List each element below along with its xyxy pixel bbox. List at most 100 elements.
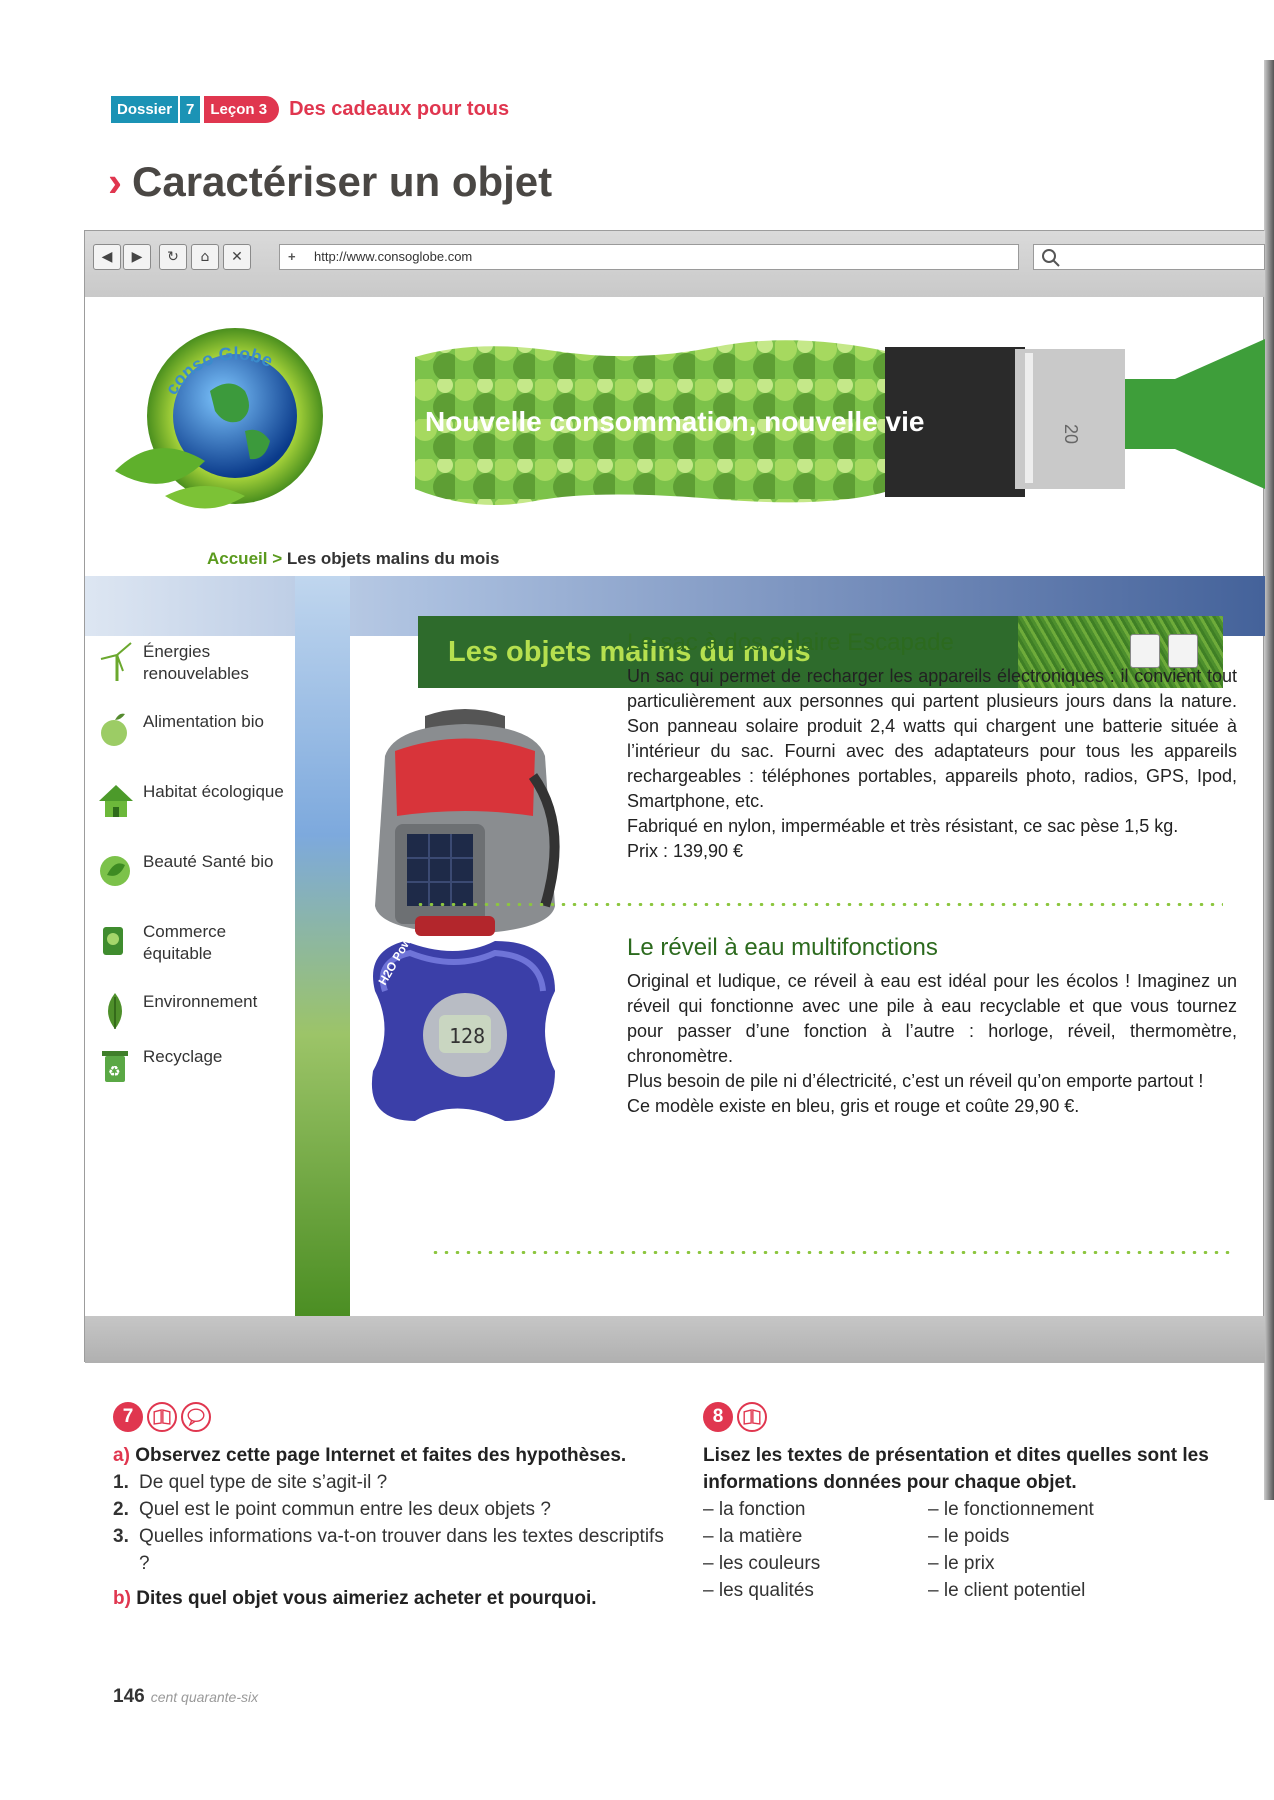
exercise-header: 7 [113,1402,673,1432]
product-paragraph: Original et ludique, ce réveil à eau est… [627,971,1237,1066]
back-arrow-icon[interactable]: ◀ [93,244,121,270]
browser-footer-bar [85,1316,1265,1363]
info-item: – la fonction [703,1499,806,1520]
sidebar-item-habitat[interactable]: Habitat écologique [97,781,293,821]
dotted-divider [430,1251,1235,1254]
question-list: 1. De quel type de site s’agit-il ? 2. Que… [113,1469,673,1577]
question-number: 2. [113,1499,129,1520]
info-item: – le client potentiel [928,1580,1086,1601]
speech-bubble-icon [181,1402,211,1432]
page-number: 146 cent quarante-six [113,1686,258,1708]
leaf-circle-icon [100,856,130,886]
exercise-8: 8 Lisez les textes de présentation et di… [703,1402,1258,1604]
sidebar-item-alimentation[interactable]: Alimentation bio [97,711,293,751]
page-number-digits: 146 [113,1686,145,1707]
info-item: – le prix [928,1553,995,1574]
page-edge-shadow [1264,60,1274,1500]
dossier-tag: Dossier [111,95,179,123]
product-paragraph: Ce modèle existe en bleu, gris et rouge … [627,1096,1080,1116]
product-price: Prix : 139,90 € [627,841,744,861]
question-item: 1. De quel type de site s’agit-il ? [113,1469,673,1496]
sidebar-item-beaute[interactable]: Beauté Santé bio [97,851,293,891]
apple-icon [101,713,127,746]
url-bar[interactable]: + http://www.consoglobe.com [279,244,1019,270]
exercise-header: 8 [703,1402,1258,1432]
sidebar-item-environnement[interactable]: Environnement [97,991,293,1031]
info-item: – la matière [703,1526,803,1547]
recycle-bin-icon: ♻ [102,1051,128,1082]
chevron-right-icon: › [108,158,122,205]
breadcrumb-current: Les objets malins du mois [286,549,500,568]
page-title: › Caractériser un objet [108,158,552,206]
product-paragraph: Un sac qui permet de recharger les appar… [627,666,1237,811]
exercise-number: 8 [703,1402,733,1432]
book-icon [737,1402,767,1432]
part-label: b) [113,1588,131,1609]
url-text: http://www.consoglobe.com [314,249,473,264]
sidebar-item-label: Habitat écologique [143,782,284,801]
product-description: Original et ludique, ce réveil à eau est… [627,969,1237,1119]
info-column-1: – la fonction – la matière – les couleur… [703,1496,928,1604]
forward-arrow-icon[interactable]: ▶ [123,244,151,270]
sidebar-item-recyclage[interactable]: ♻ Recyclage [97,1046,293,1086]
instruction-b: b) Dites quel objet vous aimeriez achete… [113,1585,673,1612]
dossier-number: 7 [178,95,201,123]
sidebar-item-label: Alimentation bio [143,712,264,731]
sidebar-item-label: Recyclage [143,1047,223,1066]
sidebar-item-commerce[interactable]: Commerce équitable [97,921,293,965]
sidebar-item-label: Environnement [143,992,258,1011]
book-icon [147,1402,177,1432]
product-paragraph: Plus besoin de pile ni d’électricité, c’… [627,1071,1204,1091]
info-item: – les couleurs [703,1553,821,1574]
close-icon[interactable]: ✕ [223,244,251,270]
search-icon[interactable] [1040,247,1062,269]
instruction-text: Lisez les textes de présentation et dite… [703,1445,1209,1493]
product-title[interactable]: Le sac à dos solaire Escapade [627,629,954,657]
exercise-7: 7 a) Observez cette page Internet et fai… [113,1402,673,1612]
clock-display: 128 [449,1024,485,1048]
sidebar-item-label: Beauté Santé bio [143,852,274,871]
question-text: Quel est le point commun entre les deux … [139,1499,551,1520]
question-number: 3. [113,1526,129,1547]
info-item: – le poids [928,1526,1010,1547]
grass-sky-stripe [295,576,350,1316]
search-input[interactable] [1033,244,1265,270]
power-socket-icon [1168,634,1198,668]
solar-backpack-image [375,709,560,936]
lesson-header: Dossier 7 Leçon 3 Des cadeaux pour tous [111,95,509,123]
leaf-icon [108,993,122,1029]
sidebar-item-energies[interactable]: Énergies renouvelables [97,641,293,685]
page-number-words: cent quarante-six [150,1689,259,1705]
sidebar-item-label: Commerce équitable [143,922,227,963]
question-item: 2. Quel est le point commun entre les deu… [113,1496,673,1523]
breadcrumb-home[interactable]: Accueil [207,549,267,568]
water-clock-image: 128 H2O Power [371,931,555,1121]
instruction-a: a) Observez cette page Internet et faite… [113,1442,673,1469]
banner-slogan: Nouvelle consommation, nouvelle vie [425,406,924,437]
info-list: – la fonction – la matière – les couleur… [703,1496,1258,1604]
house-icon [99,785,133,817]
sidebar-item-label: Énergies renouvelables [143,642,249,683]
conso-globe-logo[interactable]: conso Globe [105,321,345,521]
wind-turbine-icon [100,642,132,681]
lesson-subtitle: Des cadeaux pour tous [289,97,510,120]
question-text: De quel type de site s’agit-il ? [139,1472,388,1493]
product-paragraph: Fabriqué en nylon, imperméable et très r… [627,816,1179,836]
instruction-text: Observez cette page Internet et faites d… [135,1445,627,1466]
dotted-divider [415,903,1223,906]
power-socket-icon [1130,634,1160,668]
sidebar: Énergies renouvelables Alimentation bio … [85,636,295,1316]
reload-icon[interactable]: ↻ [159,244,187,270]
product-title[interactable]: Le réveil à eau multifonctions [627,934,938,962]
fair-trade-icon [103,927,123,955]
breadcrumb-separator: > [272,549,283,568]
site-banner: 20 Nouvelle consommation, nouvelle vie [415,339,1265,505]
page-title-text: Caractériser un objet [132,158,553,205]
browser-toolbar: ◀ ▶ ↻ ⌂ ✕ + http://www.consoglobe.com [85,231,1265,297]
instruction-text: Dites quel objet vous aimeriez acheter e… [136,1588,597,1609]
part-label: a) [113,1445,130,1466]
home-icon[interactable]: ⌂ [191,244,219,270]
breadcrumb: Accueil > Les objets malins du mois [207,549,499,569]
new-tab-plus-icon[interactable]: + [288,245,304,269]
info-item: – le fonctionnement [928,1499,1094,1520]
